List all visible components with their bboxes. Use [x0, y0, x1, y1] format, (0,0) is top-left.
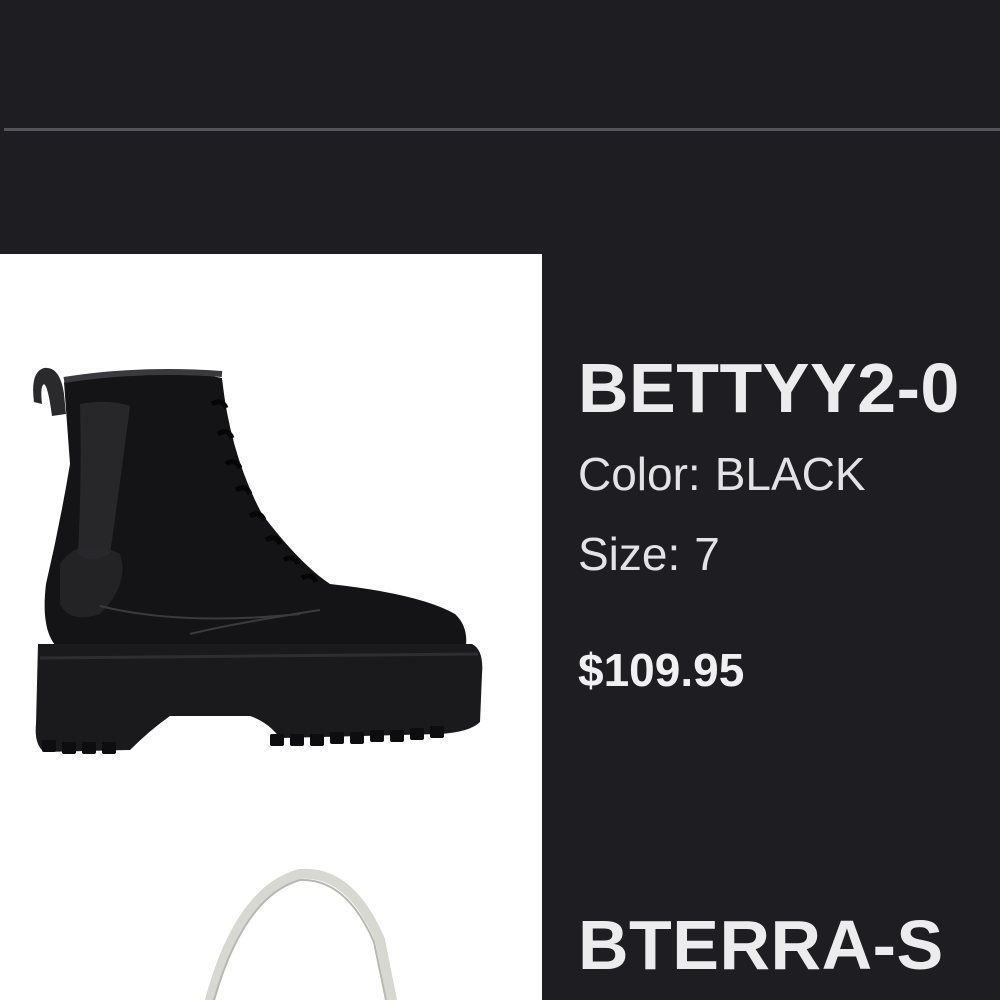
- product-size: Size: 7: [578, 528, 1000, 580]
- cart-item-details: BETTYY2-0 Color: BLACK Size: 7 $109.95: [578, 348, 1000, 696]
- product-name[interactable]: BETTYY2-0: [578, 348, 1000, 428]
- product-price: $109.95: [578, 644, 745, 696]
- cart-item-details-2: BTERRA-S: [578, 905, 1000, 985]
- product-image-bettyy2[interactable]: [0, 254, 542, 830]
- black-platform-boot-image: [33, 367, 483, 754]
- color-label: Color:: [578, 448, 701, 500]
- shopping-cart-page: BETTYY2-0 Color: BLACK Size: 7 $109.95 BTE…: [0, 0, 1000, 1000]
- color-value: BLACK: [714, 448, 866, 500]
- product-image-bterra[interactable]: [0, 830, 542, 1000]
- product-name-2[interactable]: BTERRA-S: [578, 905, 1000, 985]
- white-handbag-image: [205, 868, 397, 1000]
- size-value: 7: [694, 528, 720, 580]
- header-divider: [4, 128, 1000, 131]
- product-color: Color: BLACK: [578, 448, 1000, 500]
- size-label: Size:: [578, 528, 681, 580]
